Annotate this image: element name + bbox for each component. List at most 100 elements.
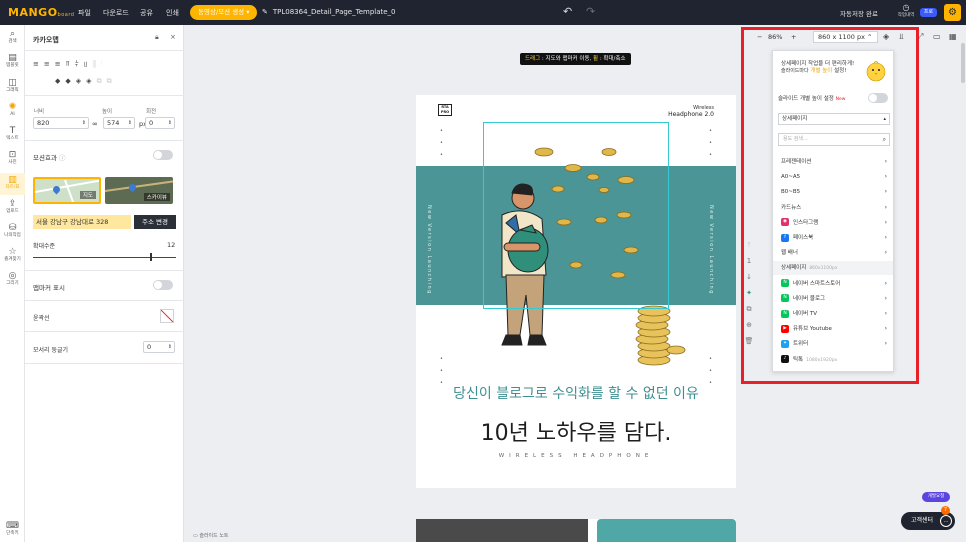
- sidebar-item-upload[interactable]: ⇪ 업로드: [0, 199, 25, 215]
- preset-item[interactable]: N 네이버 TV ›: [773, 307, 893, 321]
- preset-item[interactable]: f 페이스북 ›: [773, 231, 893, 245]
- slide-note-toggle[interactable]: ▭ 슬라이드 노트: [193, 532, 229, 539]
- distribute-v-icon[interactable]: ⫶: [101, 60, 108, 68]
- gear-icon[interactable]: ⚙: [944, 4, 961, 21]
- vertical-text-right: New Version Launching: [708, 205, 714, 295]
- video-motion-button[interactable]: 동영상/모션 생성 ▾: [190, 5, 258, 20]
- preset-label: 웹 배너: [781, 250, 798, 257]
- align-top-icon[interactable]: ⫪: [66, 60, 75, 68]
- preset-item[interactable]: ▶ 유튜브 Youtube ›: [773, 322, 893, 336]
- vertical-scrollbar[interactable]: [961, 43, 965, 83]
- help-icon[interactable]: ⓘ: [59, 154, 66, 162]
- corner-radius-input[interactable]: 0 ⇕: [143, 341, 175, 353]
- dots-decoration: • • •: [709, 128, 712, 158]
- headline-main: 10년 노하우를 담다.: [480, 421, 672, 446]
- preset-item[interactable]: 프레젠테이션 ›: [773, 155, 893, 169]
- rotate-input[interactable]: 0 ⇕: [145, 117, 175, 129]
- grid-view-icon[interactable]: ▦: [949, 32, 957, 41]
- stepper-icon[interactable]: ⇕: [82, 118, 86, 128]
- align-center-icon[interactable]: ≡: [44, 60, 55, 68]
- single-view-icon[interactable]: ▭: [933, 32, 941, 41]
- divider: [25, 300, 184, 301]
- preset-item[interactable]: ✦ 트위터 ›: [773, 337, 893, 351]
- zoom-slider[interactable]: [33, 257, 176, 258]
- align-left-icon[interactable]: ≡: [33, 60, 44, 68]
- group-icon[interactable]: ⧉: [97, 77, 107, 85]
- preset-label: 네이버 블로그: [793, 295, 826, 302]
- sidebar-item-template[interactable]: ▤ 템플릿: [0, 53, 25, 69]
- sidebar-item-text[interactable]: T 텍스트: [0, 126, 25, 142]
- distribute-h-icon[interactable]: ⫼: [93, 60, 101, 68]
- sidebar-item-graphic[interactable]: ◫ 그래픽: [0, 78, 25, 94]
- sidebar-item-draw[interactable]: ◎ 그리기: [0, 271, 25, 287]
- align-middle-icon[interactable]: ⫩: [75, 60, 84, 68]
- map-pin-icon: [127, 182, 138, 193]
- preset-item[interactable]: 상세페이지 860x1100px: [773, 261, 893, 276]
- next-page-photo: [416, 519, 588, 542]
- unlink-icon[interactable]: ⨯: [170, 33, 176, 41]
- lock-icon[interactable]: 🔒︎: [155, 33, 159, 42]
- slide-height-toggle[interactable]: [868, 93, 888, 103]
- menu-download[interactable]: 다운로드: [103, 8, 129, 18]
- ungroup-icon[interactable]: ⧉: [107, 77, 117, 85]
- address-field[interactable]: 서울 강남구 강남대로 328: [33, 215, 131, 229]
- preset-item[interactable]: 카드뉴스 ›: [773, 201, 893, 215]
- layer-up-icon[interactable]: ◆: [55, 77, 65, 85]
- map-marker-toggle[interactable]: [153, 280, 173, 290]
- sidebar-item-mywork[interactable]: ⛁ 나의작업: [0, 223, 25, 239]
- change-address-button[interactable]: 주소 변경: [134, 215, 176, 229]
- preset-item[interactable]: A0~A5 ›: [773, 170, 893, 184]
- stepper-icon[interactable]: ⇕: [128, 118, 132, 128]
- preset-item[interactable]: ♪ 틱톡 1080x1920px: [773, 353, 893, 367]
- motion-toggle[interactable]: [153, 150, 173, 160]
- map-type-skyview[interactable]: 스카이뷰: [105, 177, 173, 204]
- stepper-icon[interactable]: ⇕: [168, 342, 172, 352]
- history-button[interactable]: ◷ 작업내역: [896, 4, 916, 20]
- facebook-icon: f: [781, 233, 789, 242]
- height-input[interactable]: 574 ⇕: [103, 117, 135, 129]
- link-icon[interactable]: ∞: [92, 120, 98, 128]
- preset-label: 카드뉴스: [781, 204, 802, 211]
- category-select[interactable]: 상세페이지 ▴: [778, 113, 890, 125]
- layer-down-icon[interactable]: ◆: [65, 77, 75, 85]
- sidebar-item-ai[interactable]: ✺ AI: [0, 102, 25, 118]
- sidebar-item-shortcut[interactable]: ⌨ 단축키: [0, 521, 25, 537]
- menu-share[interactable]: 공유: [140, 8, 153, 18]
- width-input[interactable]: 820 ⇕: [33, 117, 89, 129]
- divider: [25, 140, 184, 141]
- usage-search-input[interactable]: 용도 검색... ⌕: [778, 133, 890, 146]
- zoom-slider-handle[interactable]: [150, 253, 153, 261]
- undo-icon[interactable]: ↶: [563, 5, 572, 18]
- preset-item[interactable]: N 네이버 스마트스토어 ›: [773, 277, 893, 291]
- map-type-map[interactable]: 지도: [33, 177, 101, 204]
- logo[interactable]: MANGOboard: [8, 6, 75, 19]
- instagram-icon: ◉: [781, 218, 789, 227]
- document-name[interactable]: ✎ TPL08364_Detail_Page_Template_0: [262, 8, 396, 16]
- divider: [25, 50, 184, 51]
- selection-box[interactable]: [483, 122, 669, 309]
- keyboard-icon: ⌨: [6, 521, 19, 531]
- menu-print[interactable]: 인쇄: [166, 8, 179, 18]
- layer-back-icon[interactable]: ◈: [86, 77, 96, 85]
- sidebar-item-search[interactable]: ⌕ 검색: [0, 29, 25, 45]
- layer-front-icon[interactable]: ◈: [76, 77, 86, 85]
- preset-item[interactable]: ◉ 인스타그램 ›: [773, 216, 893, 230]
- logo-text: MANGO: [8, 6, 58, 19]
- preset-item[interactable]: N 네이버 블로그 ›: [773, 292, 893, 306]
- pro-badge[interactable]: 프로: [920, 8, 937, 17]
- design-page[interactable]: RTA PRO Wireless Headphone 2.0 • • • • • • • •…: [416, 95, 736, 488]
- sidebar-item-chart[interactable]: ▥ 차트/표: [0, 173, 25, 195]
- menu-file[interactable]: 파일: [78, 8, 91, 18]
- preset-item[interactable]: B0~B5 ›: [773, 185, 893, 199]
- sidebar-item-photo[interactable]: ⊡ 사진: [0, 150, 25, 166]
- border-color-swatch[interactable]: [160, 309, 174, 323]
- redo-icon[interactable]: ↷: [586, 5, 595, 18]
- align-right-icon[interactable]: ≡: [55, 60, 66, 68]
- next-page-preview[interactable]: [416, 519, 736, 542]
- stepper-icon[interactable]: ⇕: [168, 118, 172, 128]
- dev-request-pill[interactable]: 개발요청: [922, 492, 950, 502]
- align-bottom-icon[interactable]: ⫫: [84, 60, 93, 68]
- sidebar-item-favorites[interactable]: ☆ 즐겨찾기: [0, 247, 25, 263]
- preset-item[interactable]: 웹 배너 ›: [773, 246, 893, 260]
- brand-logo: RTA PRO: [438, 104, 452, 116]
